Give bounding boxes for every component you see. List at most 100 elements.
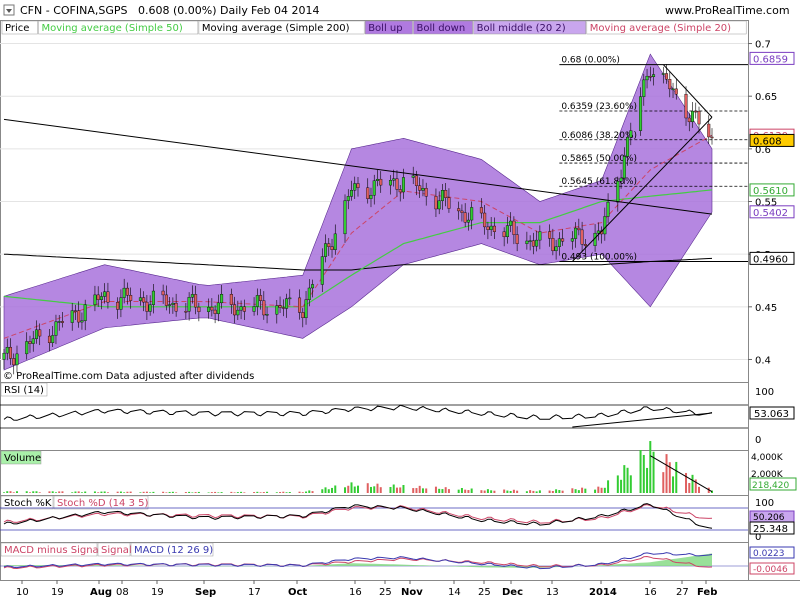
site-label: www.ProRealTime.com [665,4,790,17]
candle-body [242,306,246,312]
candle-body [99,296,103,300]
volume-bar [12,492,15,493]
stochastic-panel: Stoch %K Stoch %D (14 3 5) 100050.20625.34… [0,495,795,543]
price-badge-label: 0.4960 [753,254,788,265]
legend-label: Boll down [417,23,466,34]
candle-body [401,177,405,193]
volume-bar [480,490,483,493]
candle-body [622,156,626,179]
volume-bar [217,492,220,493]
volume-bar [15,491,18,493]
candle-body [145,301,149,312]
candle-body [580,229,584,245]
volume-bar [194,492,197,493]
candle-body [265,314,269,316]
volume-bar [253,492,256,493]
candle-body [54,321,58,336]
x-axis: 10 19 Aug 08 19 Sep 17 Oct 16 25 Nov 14 25 Dec 13 2014 1… [16,580,717,598]
volume-bar [191,492,194,493]
candle-body [356,183,360,188]
volume-bar [438,488,441,493]
volume-bar [620,479,623,493]
volume-bar [369,486,372,493]
candle-body [606,201,610,217]
candle-body [479,207,483,214]
volume-label: Volume [4,453,41,464]
period-label: Daily [220,4,248,17]
volume-bar [642,454,645,493]
candle-body [129,295,133,301]
candle-body [440,190,444,201]
volume-bar [574,489,577,493]
volume-bar [165,492,168,493]
candle-body [707,123,711,138]
x-tick-label: 16 [644,587,657,598]
volume-bar [529,490,532,493]
candle-body [119,297,123,310]
volume-bar [698,486,701,493]
volume-bar [77,491,80,493]
volume-bar [51,491,54,493]
volume-bar [516,490,519,493]
volume-bar [421,488,424,493]
candle-body [577,227,581,231]
volume-bar [616,475,619,493]
legend-label: Moving average (Simple 50) [42,23,183,34]
price-axis: 0.70.650.60.550.50.450.4 [748,40,777,366]
volume-bar [347,485,350,493]
candle-body [661,73,665,75]
volume-bar [444,487,447,493]
candle-body [116,302,120,310]
volume-bar [584,488,587,493]
candle-body [551,238,555,252]
panel-frame [0,382,749,451]
x-tick-label: 19 [151,587,164,598]
candle-body [142,297,146,303]
legend-label: Price [5,23,29,34]
volume-bar [210,492,213,493]
volume-bar [197,491,200,493]
volume-bar [415,488,418,493]
volume-bar [243,492,246,493]
candle-body [187,297,191,312]
price-badges: 0.68590.61300.6080.56100.54020.4960 [749,51,795,265]
candle-body [5,347,9,354]
candle-body [350,190,354,197]
legend-label: Boll up [368,23,402,34]
candle-body [275,305,279,315]
volume-bar [464,489,467,493]
volume-bar [490,490,493,493]
candle-body [483,212,487,228]
x-tick-label: 14 [448,587,461,598]
candle-body [25,341,29,355]
volume-bar [512,489,515,493]
price-tick-label: 0.7 [755,40,771,51]
volume-bar [100,491,103,493]
volume-bar [649,441,652,493]
volume-bar [434,486,437,493]
volume-bar [597,486,600,493]
candle-body [684,93,688,119]
candle-body [388,180,392,186]
price-badge-label: 0.5402 [753,208,788,219]
candle-body [395,178,399,190]
x-tick-label: 2014 [589,587,617,598]
volume-bar [357,485,359,493]
volume-bar [447,489,450,493]
volume-bar [457,489,460,493]
volume-bar [207,492,210,493]
candle-body [424,188,428,197]
stoch-axis-top: 100 [755,498,774,509]
candle-body [642,79,646,97]
x-tick-label: Aug [90,587,112,598]
candle-body [60,321,64,323]
candle-body [697,110,701,125]
price-tick-label: 0.45 [755,303,777,314]
fib-label: 0.68 (0.00%) [561,56,620,66]
volume-bar [600,487,603,493]
candle-body [421,188,425,191]
candle-body [93,294,97,305]
volume-bar [80,492,83,493]
volume-bar [402,485,405,493]
candle-body [174,302,178,312]
